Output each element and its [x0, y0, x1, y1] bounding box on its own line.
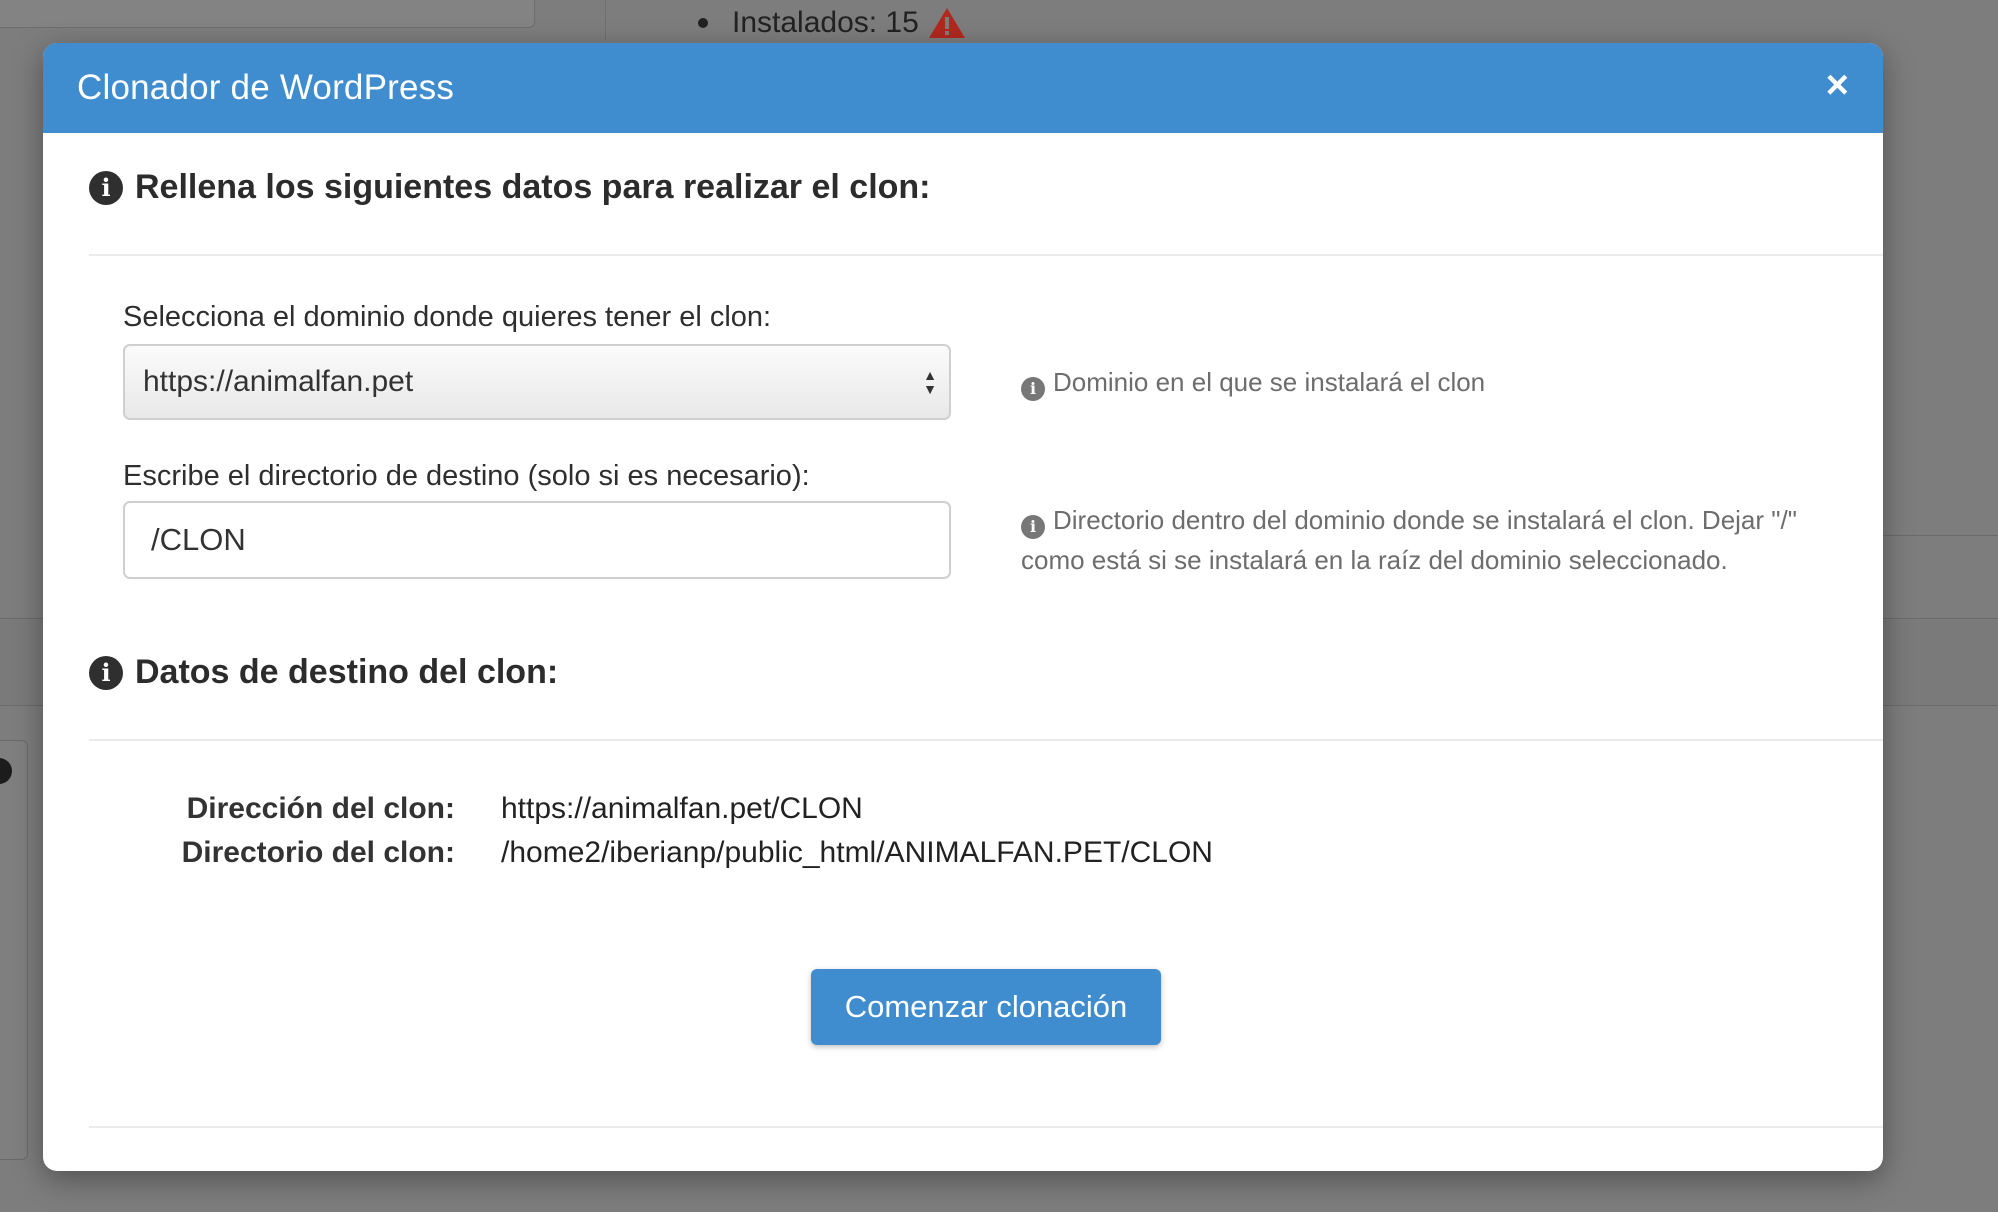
- background-divider: [1883, 535, 1998, 536]
- clone-modal: Clonador de WordPress × i Rellena los si…: [43, 43, 1883, 1171]
- info-icon: i: [89, 170, 123, 205]
- address-key: Dirección del clon:: [186, 792, 455, 825]
- section-divider: [89, 739, 1883, 741]
- bullet: [698, 18, 708, 28]
- start-clone-button[interactable]: Comenzar clonación: [811, 969, 1161, 1045]
- background-installed-item: Instalados: 15: [698, 6, 967, 40]
- installed-count: Instalados: 15: [732, 6, 919, 39]
- close-icon[interactable]: ×: [1826, 65, 1849, 105]
- section-title-text: Rellena los siguientes datos para realiz…: [135, 168, 931, 206]
- info-icon: i: [1021, 515, 1045, 539]
- info-icon: i: [1021, 377, 1045, 401]
- directory-help-text: Directorio dentro del dominio donde se i…: [1021, 505, 1797, 575]
- footer-divider: [89, 1126, 1883, 1128]
- select-arrows-icon: ▲ ▼: [923, 367, 937, 397]
- warning-icon: [928, 8, 965, 38]
- domain-help-text: Dominio en el que se instalará el clon: [1053, 367, 1486, 397]
- domain-help: i Dominio en el que se instalará el clon: [1021, 362, 1841, 402]
- detail-row: Dirección del clon: https://animalfan.pe…: [123, 787, 1213, 831]
- directory-key: Directorio del clon:: [181, 836, 455, 869]
- domain-select[interactable]: https://animalfan.pet ▲ ▼: [123, 344, 951, 420]
- section-divider: [89, 254, 1883, 256]
- modal-title: Clonador de WordPress: [77, 68, 455, 107]
- detail-row: Directorio del clon: /home2/iberianp/pub…: [123, 831, 1213, 875]
- address-value: https://animalfan.pet/CLON: [501, 792, 863, 825]
- section-title-text: Datos de destino del clon:: [135, 653, 559, 691]
- background-card: [0, 0, 535, 28]
- background-divider: [605, 0, 606, 40]
- background-card: [0, 740, 28, 1160]
- directory-label: Escribe el directorio de destino (solo s…: [123, 460, 810, 492]
- directory-value: /home2/iberianp/public_html/ANIMALFAN.PE…: [501, 836, 1213, 869]
- modal-header: Clonador de WordPress ×: [43, 43, 1883, 133]
- section-title-destination: i Datos de destino del clon:: [89, 653, 558, 692]
- domain-select-value: https://animalfan.pet: [143, 365, 414, 398]
- directory-input[interactable]: [123, 501, 951, 579]
- destination-details: Dirección del clon: https://animalfan.pe…: [123, 787, 1213, 875]
- directory-help: i Directorio dentro del dominio donde se …: [1021, 500, 1841, 580]
- info-icon: i: [89, 655, 123, 690]
- domain-label: Selecciona el dominio donde quieres tene…: [123, 301, 772, 333]
- section-title-form: i Rellena los siguientes datos para real…: [89, 168, 931, 207]
